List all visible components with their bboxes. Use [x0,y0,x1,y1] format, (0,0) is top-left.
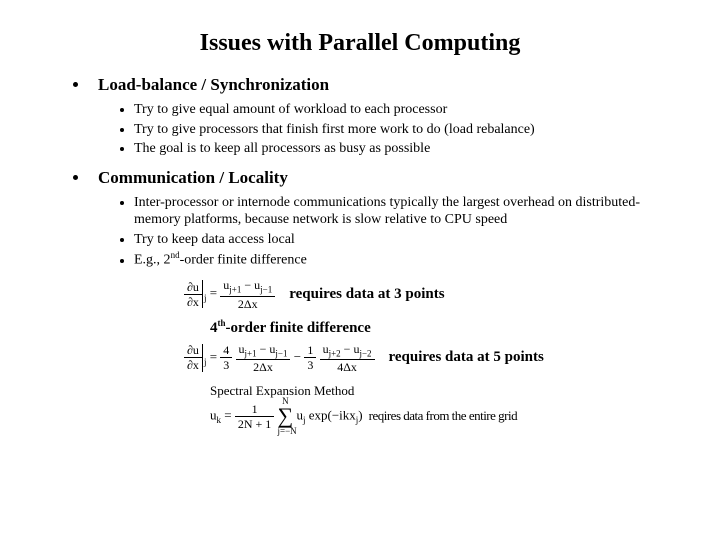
formula-2nd-order-row: ∂u∂xj = uj+1 − uj−1 2Δx requires data at… [184,279,670,309]
sub-com-2: E.g., 2nd-order finite difference [134,250,670,269]
tail-content: ∂u∂xj = uj+1 − uj−1 2Δx requires data at… [150,279,670,430]
sub-com-1: Try to keep data access local [134,231,670,249]
sub-list-loadbalance: Try to give equal amount of workload to … [98,101,670,158]
spectral-block: Spectral Expansion Method uk = 12N + 1 ∑… [210,383,670,430]
req-5-points: requires data at 5 points [389,349,544,366]
req-3-points: requires data at 3 points [289,286,444,303]
slide-title: Issues with Parallel Computing [50,30,670,57]
sub-lb-1: Try to give processors that finish first… [134,121,670,139]
top-item-communication: Communication / Locality Inter-processor… [90,168,670,270]
heading-communication: Communication / Locality [98,168,288,187]
top-item-loadbalance: Load-balance / Synchronization Try to gi… [90,75,670,158]
spectral-req: reqires data from the entire grid [369,408,517,424]
sub-com-0: Inter-processor or internode communicati… [134,194,670,229]
top-list: Load-balance / Synchronization Try to gi… [50,75,670,269]
fourth-order-label: 4th-order finite difference [210,318,670,337]
heading-loadbalance: Load-balance / Synchronization [98,75,329,94]
sub-lb-2: The goal is to keep all processors as bu… [134,140,670,158]
formula-spectral: uk = 12N + 1 ∑Nj=−N uj exp(−ikxj) reqire… [210,403,670,430]
sub-list-communication: Inter-processor or internode communicati… [98,194,670,270]
formula-4th-order-row: ∂u∂xj = 43 uj+1 − uj−1 2Δx − 13 uj+2 − u… [184,343,670,373]
sub-lb-0: Try to give equal amount of workload to … [134,101,670,119]
formula-4th-order: ∂u∂xj = 43 uj+1 − uj−1 2Δx − 13 uj+2 − u… [184,343,375,373]
formula-2nd-order: ∂u∂xj = uj+1 − uj−1 2Δx [184,279,275,309]
